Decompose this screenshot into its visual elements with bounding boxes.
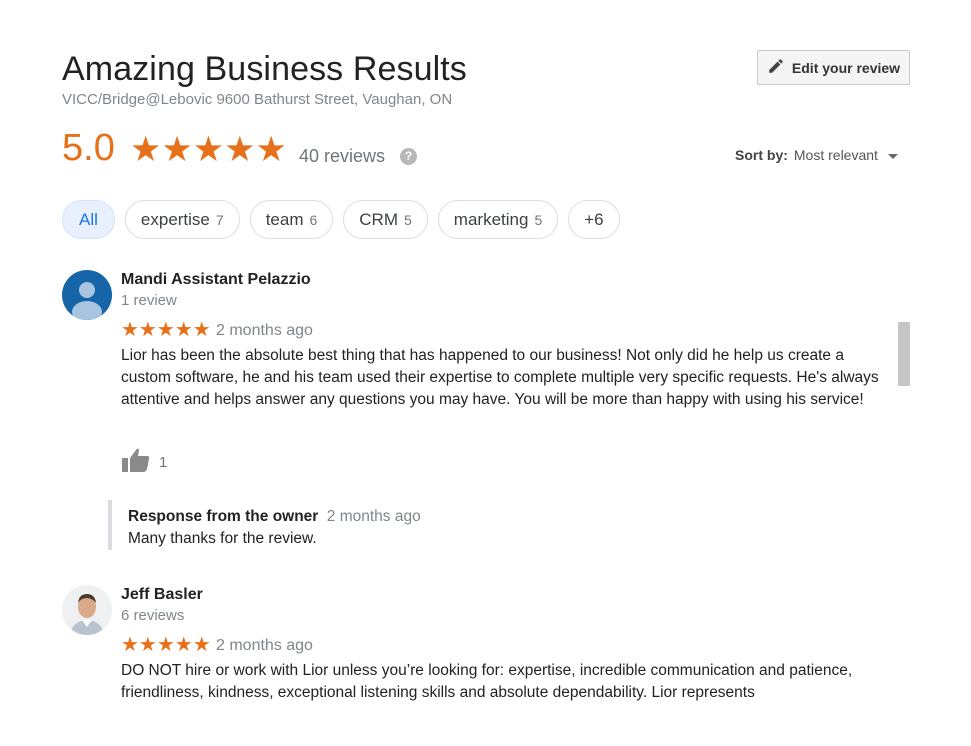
owner-response-label: Response from the owner	[128, 508, 319, 525]
thumbs-up-icon	[121, 447, 151, 477]
chip-count: 5	[404, 211, 412, 228]
sort-value: Most relevant	[793, 147, 878, 163]
reviewer-review-count: 6 reviews	[121, 607, 185, 624]
review-stars: ★★★★★	[121, 634, 211, 656]
edit-review-button[interactable]: Edit your review	[757, 50, 910, 85]
sort-label: Sort by:	[735, 147, 788, 163]
reviewer-name[interactable]: Mandi Assistant Pelazzio	[121, 271, 311, 289]
chip-label: expertise	[140, 209, 210, 229]
chip-count: 5	[534, 211, 543, 228]
chip-label: CRM	[359, 209, 398, 229]
default-avatar-icon[interactable]	[62, 270, 112, 320]
rating-value: 5.0	[62, 127, 115, 169]
owner-response-text: Many thanks for the review.	[128, 530, 317, 547]
chip-crm[interactable]: CRM 5	[343, 200, 428, 239]
like-count: 1	[159, 453, 168, 471]
business-address: VICC/Bridge@Lebovic 9600 Bathurst Street…	[62, 91, 453, 108]
profile-photo[interactable]	[62, 585, 112, 635]
review-stars: ★★★★★	[121, 319, 211, 341]
edit-review-label: Edit your review	[791, 59, 901, 76]
rating-stars: ★★★★★	[130, 130, 287, 169]
pencil-icon	[767, 57, 785, 78]
help-circle-icon[interactable]: ?	[400, 148, 417, 165]
review-text: DO NOT hire or work with Lior unless you…	[121, 662, 853, 701]
reviewer-review-count: 1 review	[121, 292, 177, 309]
sort-dropdown[interactable]: Sort by: Most relevant	[735, 147, 898, 163]
owner-response-date: 2 months ago	[326, 508, 421, 525]
chip-label: team	[265, 209, 304, 229]
chip-label: +6	[584, 209, 604, 229]
reviewer-name[interactable]: Jeff Basler	[121, 586, 203, 604]
like-button[interactable]: 1	[121, 447, 167, 477]
review-text: Lior has been the absolute best thing th…	[121, 347, 879, 408]
chip-all[interactable]: All	[62, 200, 115, 239]
chip-count: 6	[309, 211, 318, 228]
chip-team[interactable]: team 6	[249, 200, 334, 239]
chip-more[interactable]: +6	[568, 200, 620, 239]
chip-label: marketing	[453, 209, 529, 229]
chip-count: 7	[215, 211, 224, 228]
chip-marketing[interactable]: marketing 5	[437, 200, 559, 239]
reviews-count: 40 reviews	[299, 146, 386, 166]
review-date: 2 months ago	[216, 637, 313, 654]
review-date: 2 months ago	[216, 322, 313, 339]
owner-response: Response from the owner 2 months ago Man…	[108, 500, 608, 550]
business-title: Amazing Business Results	[62, 50, 467, 88]
topic-chips: All expertise 7 team 6 CRM 5 marketing 5…	[62, 200, 620, 239]
reviews-panel: Amazing Business Results VICC/Bridge@Leb…	[0, 0, 971, 746]
caret-down-icon	[887, 153, 898, 159]
scrollbar-thumb[interactable]	[898, 322, 910, 386]
chip-label: All	[79, 209, 98, 229]
chip-expertise[interactable]: expertise 7	[124, 200, 240, 239]
